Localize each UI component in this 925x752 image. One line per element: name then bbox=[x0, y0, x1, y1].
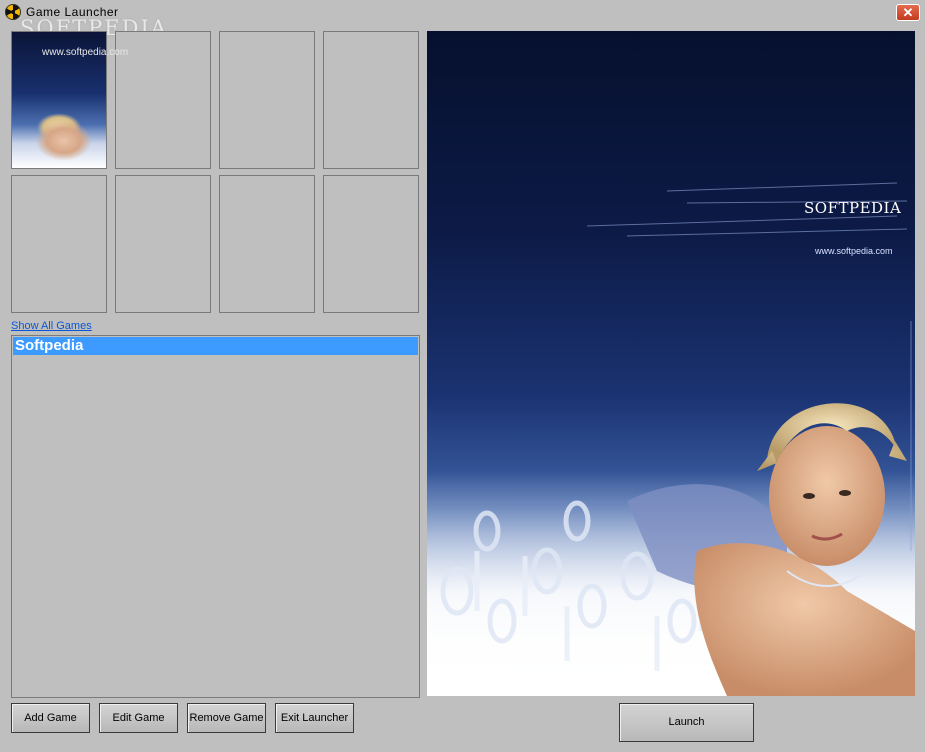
preview-brand: SOFTPEDIA bbox=[804, 199, 902, 217]
watermark-url: www.softpedia.com bbox=[42, 47, 129, 58]
remove-game-button[interactable]: Remove Game bbox=[187, 703, 266, 733]
app-icon[interactable] bbox=[5, 4, 21, 20]
game-thumbnail-5[interactable] bbox=[11, 175, 107, 313]
game-thumbnail-8[interactable] bbox=[323, 175, 419, 313]
launch-button[interactable]: Launch bbox=[619, 703, 754, 742]
game-list[interactable]: Softpedia bbox=[11, 335, 420, 698]
game-thumbnail-7[interactable] bbox=[219, 175, 315, 313]
game-thumbnail-2[interactable] bbox=[115, 31, 211, 169]
game-preview-image: SOFTPEDIA www.softpedia.com bbox=[427, 31, 915, 696]
show-all-games-link[interactable]: Show All Games bbox=[11, 320, 92, 332]
exit-launcher-button[interactable]: Exit Launcher bbox=[275, 703, 354, 733]
edit-game-button[interactable]: Edit Game bbox=[99, 703, 178, 733]
game-thumbnail-6[interactable] bbox=[115, 175, 211, 313]
add-game-button[interactable]: Add Game bbox=[11, 703, 90, 733]
preview-artwork bbox=[427, 182, 915, 696]
close-button[interactable]: ✕ bbox=[896, 4, 920, 21]
preview-url: www.softpedia.com bbox=[815, 246, 893, 256]
game-thumbnail-4[interactable] bbox=[323, 31, 419, 169]
game-thumbnail-3[interactable] bbox=[219, 31, 315, 169]
game-list-item[interactable]: Softpedia bbox=[13, 337, 418, 355]
